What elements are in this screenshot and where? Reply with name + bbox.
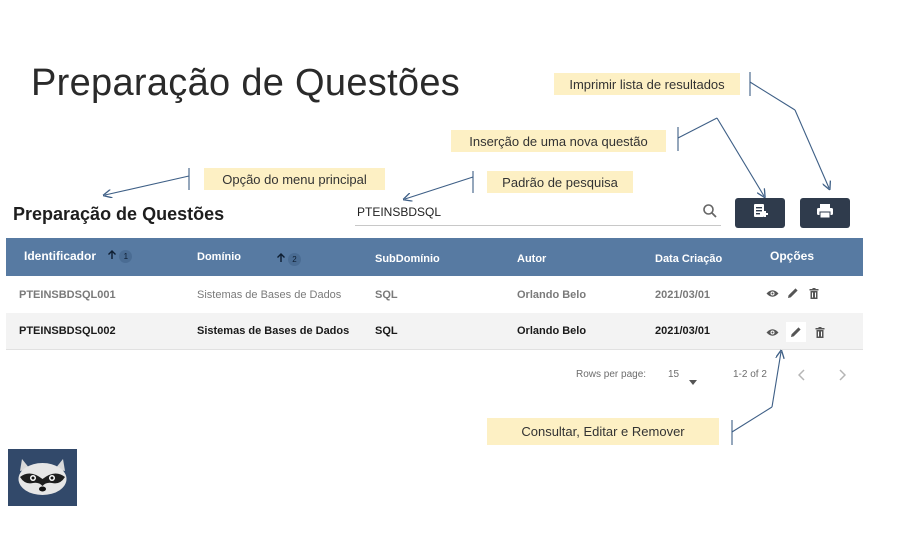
search-icon[interactable] [702,203,718,219]
search-value: PTEINSBDSQL [357,205,442,219]
cell-autor: Orlando Belo [517,289,587,301]
chevron-right-icon[interactable] [838,368,847,386]
rows-per-page-select[interactable]: 15 [663,365,703,385]
search-input[interactable]: PTEINSBDSQL [355,198,721,226]
sort-indicator[interactable]: 1 [107,249,133,263]
add-question-button[interactable] [735,198,785,228]
eye-icon[interactable] [765,325,779,339]
cell-data-criacao: 2021/03/01 [655,325,711,337]
callout-search-pattern: Padrão de pesquisa [487,171,633,193]
cell-dominio: Sistemas de Bases de Dados [197,289,342,301]
table-header: Identificador 1 Domínio 2 SubDomínio Aut… [6,238,863,276]
rows-per-page-value: 15 [668,369,680,380]
callout-insert: Inserção de uma nova questão [451,130,666,152]
pencil-icon[interactable] [786,286,800,300]
chevron-left-icon[interactable] [797,368,806,386]
slide-title: Preparação de Questões [31,62,461,104]
sort-order-badge: 2 [288,252,301,266]
table-row[interactable]: PTEINSBDSQL002 Sistemas de Bases de Dado… [6,313,863,350]
sort-order-badge: 1 [119,249,133,263]
callout-menu-option: Opção do menu principal [204,168,385,190]
column-identificador[interactable]: Identificador 1 [24,249,133,263]
page-heading: Preparação de Questões [13,204,225,224]
column-subdominio[interactable]: SubDomínio [375,253,440,265]
add-document-icon [752,203,768,224]
pencil-icon[interactable] [786,322,806,342]
sort-indicator[interactable]: 2 [276,250,301,268]
cell-identificador: PTEINSBDSQL001 [19,289,116,301]
raccoon-logo [8,449,77,506]
row-options [765,322,827,342]
column-label: Domínio [197,251,241,263]
cell-data-criacao: 2021/03/01 [655,289,711,301]
column-autor[interactable]: Autor [517,253,546,265]
print-button[interactable] [800,198,850,228]
arrow-up-icon [107,249,117,263]
cell-subdominio: SQL [375,325,398,337]
column-label: Identificador [24,249,97,263]
column-dominio[interactable]: Domínio [197,251,241,263]
callout-print: Imprimir lista de resultados [554,73,740,95]
column-data-criacao[interactable]: Data Criação [655,253,722,265]
row-options [765,286,821,300]
pagination-range: 1-2 of 2 [733,369,767,380]
caret-down-icon [689,372,697,390]
cell-autor: Orlando Belo [517,325,587,337]
arrow-up-icon [276,250,286,268]
callout-actions: Consultar, Editar e Remover [487,418,719,445]
trash-icon[interactable] [807,286,821,300]
print-icon [816,203,834,224]
rows-per-page-label: Rows per page: [576,369,647,380]
cell-identificador: PTEINSBDSQL002 [19,325,116,337]
column-opcoes: Opções [770,249,815,263]
table-row[interactable]: PTEINSBDSQL001 Sistemas de Bases de Dado… [6,277,863,314]
trash-icon[interactable] [813,325,827,339]
eye-icon[interactable] [765,286,779,300]
cell-subdominio: SQL [375,289,398,301]
cell-dominio: Sistemas de Bases de Dados [197,325,350,337]
